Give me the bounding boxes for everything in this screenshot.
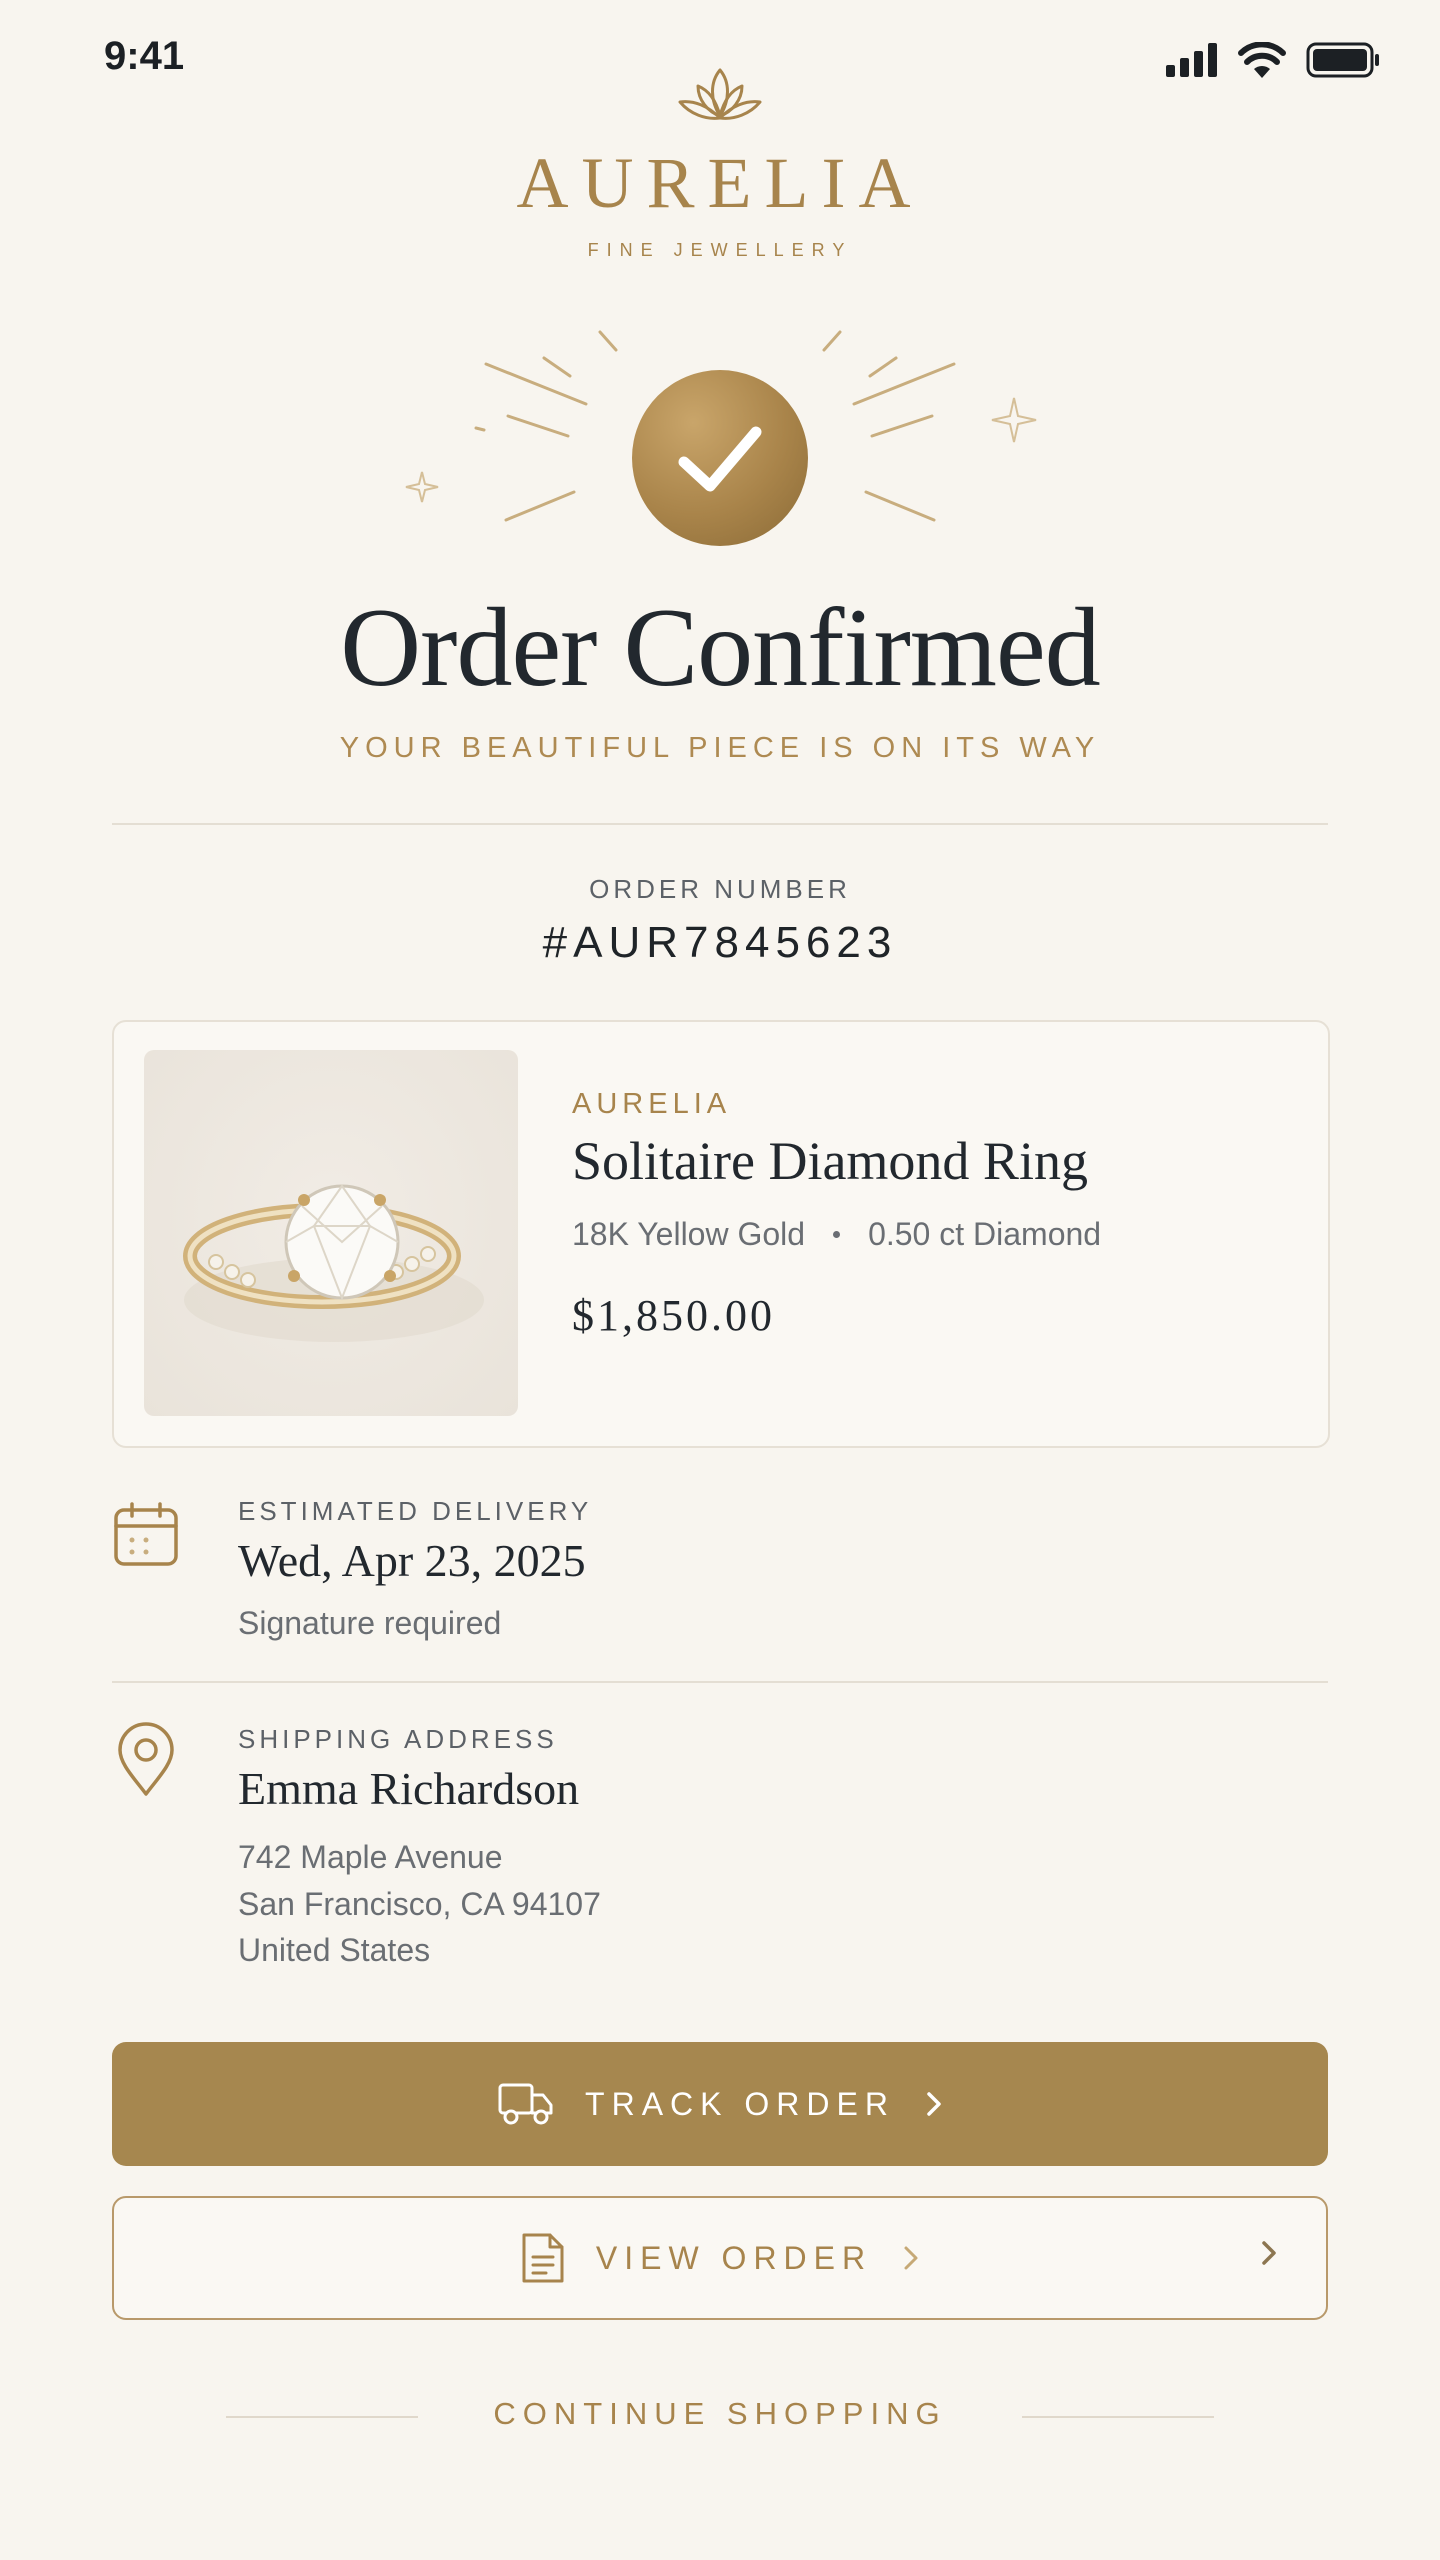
decorative-line [1022,2416,1214,2418]
page-subtitle: YOUR BEAUTIFUL PIECE IS ON ITS WAY [339,732,1101,764]
page-title: Order Confirmed [340,586,1100,710]
divider [112,823,1328,825]
continue-shopping-row: CONTINUE SHOPPING [0,2396,1440,2436]
document-icon [522,2233,564,2283]
product-brand: AURELIA [572,1088,732,1120]
address-line-1: 742 Maple Avenue [238,1839,503,1875]
lotus-icon [678,68,762,120]
view-order-button[interactable]: VIEW ORDER [112,2196,1328,2320]
chevron-right-icon [904,2246,918,2270]
divider [112,1681,1328,1683]
diamond-ring-image [183,1184,484,1342]
location-pin-icon [118,1722,174,1796]
truck-icon [498,2083,553,2125]
view-order-label: VIEW ORDER [595,2239,873,2276]
delivery-label: ESTIMATED DELIVERY [238,1496,593,1526]
product-image [144,1050,518,1416]
track-order-button[interactable]: TRACK ORDER [112,2042,1328,2166]
continue-shopping-link[interactable]: CONTINUE SHOPPING [0,2396,1440,2432]
separator-dot [833,1231,841,1238]
shipping-label: SHIPPING ADDRESS [238,1724,558,1754]
wifi-icon [1238,42,1286,78]
address-line-3: United States [238,1932,431,1968]
cellular-signal-icon [1166,43,1217,77]
status-time: 9:41 [104,34,185,78]
chevron-right-icon [1262,2241,1276,2265]
success-badge [632,370,808,546]
chevron-right-icon [927,2092,941,2116]
product-attributes: 18K Yellow Gold 0.50 ct Diamond [572,1216,1101,1253]
product-metal: 18K Yellow Gold [572,1216,806,1252]
brand-tagline: FINE JEWELLERY [587,240,853,260]
recipient-name: Emma Richardson [238,1763,580,1814]
address-line-2: San Francisco, CA 94107 [238,1886,601,1922]
battery-icon [1306,42,1379,78]
order-number: #AUR7845623 [542,918,898,967]
delivery-date: Wed, Apr 23, 2025 [238,1535,586,1586]
product-stone: 0.50 ct Diamond [868,1216,1102,1252]
brand-name: AURELIA [516,143,924,223]
check-icon [678,426,762,492]
product-name: Solitaire Diamond Ring [572,1131,1088,1191]
status-icons [1166,42,1380,78]
track-order-label: TRACK ORDER [585,2085,895,2122]
delivery-note: Signature required [238,1605,502,1641]
product-price: $1,850.00 [572,1291,775,1340]
calendar-icon [114,1502,178,1566]
order-number-label: ORDER NUMBER [589,874,851,904]
